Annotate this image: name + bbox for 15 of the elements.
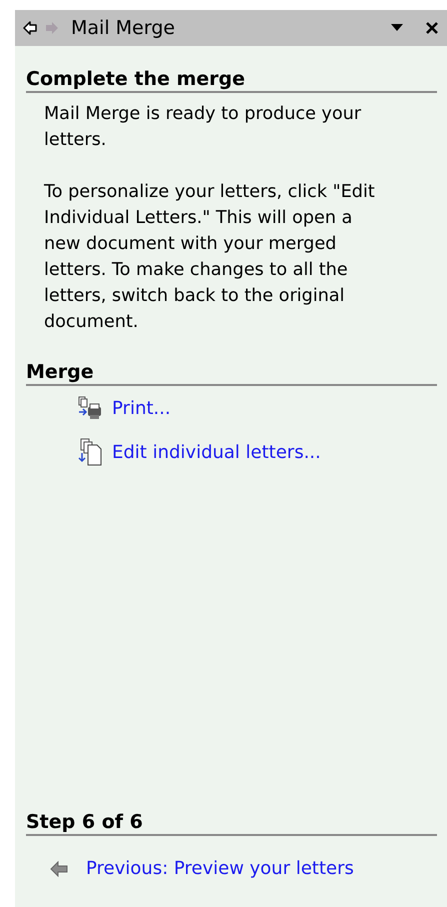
previous-arrow-icon[interactable] [50,860,68,876]
back-arrow-icon[interactable] [23,21,37,35]
printer-icon[interactable] [78,396,102,420]
previous-link[interactable]: Previous: Preview your letters [86,858,354,879]
documents-icon[interactable] [78,438,102,466]
close-icon[interactable] [425,21,439,35]
section-heading: Complete the merge [26,68,437,93]
window-title: Mail Merge [71,17,175,39]
dropdown-icon[interactable] [391,24,403,32]
description-text: Mail Merge is ready to produce your letters. [44,103,362,152]
action-link[interactable]: Print... [112,398,171,418]
description-text: To personalize your letters, click "Edit Individual Letters." This will open a new document with your merged letters. To make changes to all the letters, switch back to the original document. [44,181,376,334]
section-heading: Merge [26,361,437,386]
action-link[interactable]: Edit individual letters... [112,442,321,462]
section-heading: Step 6 of 6 [26,811,437,836]
